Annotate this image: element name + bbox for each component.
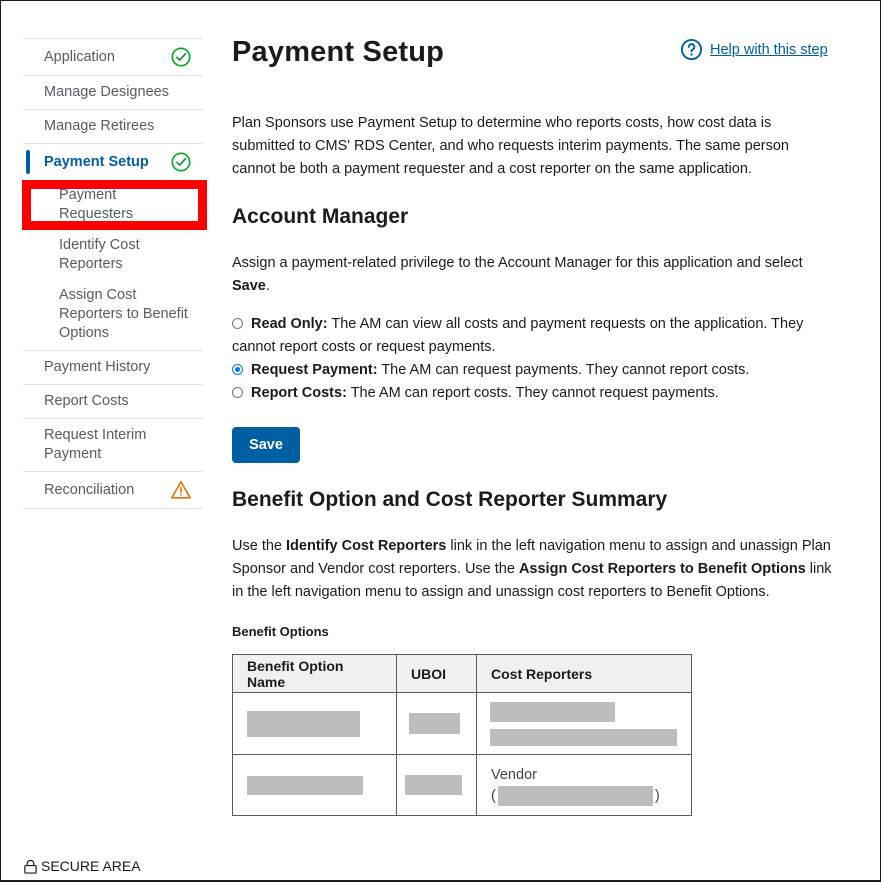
account-manager-heading: Account Manager [232, 205, 409, 228]
uboi-cell [396, 754, 477, 816]
sidebar-item-payment-history[interactable]: Payment History [23, 350, 203, 384]
radio-label: Read Only: [251, 316, 328, 332]
sidebar-item-label: Reconciliation [44, 481, 135, 498]
sidebar-item-manage-designees[interactable]: Manage Designees [23, 75, 203, 109]
reporter-name-line: ( ) [491, 785, 677, 806]
help-link[interactable]: Help with this step [680, 38, 828, 61]
benefit-option-name-cell [232, 692, 397, 755]
radio-button-checked[interactable] [232, 364, 243, 375]
radio-label: Request Payment: [251, 362, 378, 378]
redacted-value [497, 785, 653, 806]
sidebar-subitem-payment-requesters[interactable]: Payment Requesters [22, 180, 207, 230]
radio-button-unchecked[interactable] [232, 387, 243, 398]
radio-description: The AM can report costs. They cannot req… [350, 385, 719, 401]
sidebar-item-reconciliation[interactable]: Reconciliation [23, 471, 203, 509]
summary-bold-assign: Assign Cost Reporters to Benefit Options [518, 561, 806, 577]
column-header: Benefit Option Name [232, 654, 397, 693]
sidebar-nav: Application Manage Designees Manage Reti… [22, 38, 207, 509]
instruction-text: Assign a payment-related privilege to th… [232, 255, 803, 271]
redacted-value [247, 710, 360, 737]
redacted-value [405, 775, 462, 795]
page-title: Payment Setup [232, 36, 445, 68]
table-row [232, 692, 692, 755]
table-header-row: Benefit Option Name UBOI Cost Reporters [232, 654, 692, 693]
column-header: Cost Reporters [476, 654, 692, 693]
sidebar-item-label: Application [44, 48, 115, 65]
sidebar-subitem-label: Payment Requesters [59, 187, 134, 222]
radio-read-only[interactable]: Read Only: The AM can view all costs and… [232, 313, 832, 359]
sidebar-subitem-identify-cost-reporters[interactable]: Identify Cost Reporters [23, 230, 203, 280]
radio-description: The AM can request payments. They cannot… [381, 362, 750, 378]
instruction-end: . [265, 278, 270, 294]
secure-area-indicator: SECURE AREA [23, 858, 141, 874]
benefit-option-name-cell [232, 754, 397, 816]
redacted-value [409, 713, 460, 734]
sidebar-item-label: Payment History [44, 359, 151, 375]
help-link-label: Help with this step [710, 41, 828, 58]
sidebar-item-report-costs[interactable]: Report Costs [23, 384, 203, 418]
redacted-value [490, 728, 677, 746]
redacted-value [490, 701, 615, 722]
intro-text: Plan Sponsors use Payment Setup to deter… [232, 115, 789, 177]
check-circle-icon [171, 47, 191, 67]
sidebar-item-label: Manage Designees [44, 84, 169, 100]
table-row: Vendor ( ) [232, 754, 692, 816]
column-header: UBOI [396, 654, 477, 693]
save-button[interactable]: Save [232, 427, 300, 463]
warning-icon [171, 480, 191, 499]
instruction-bold: Save [232, 278, 266, 294]
radio-label: Report Costs: [251, 385, 347, 401]
account-manager-instruction: Assign a payment-related privilege to th… [232, 252, 832, 298]
radio-button-unchecked[interactable] [232, 318, 243, 329]
sidebar-item-manage-retirees[interactable]: Manage Retirees [23, 109, 203, 143]
summary-bold-identify: Identify Cost Reporters [286, 538, 447, 554]
sidebar-item-request-interim-payment[interactable]: Request Interim Payment [23, 418, 203, 471]
check-circle-icon [171, 152, 191, 172]
summary-heading: Benefit Option and Cost Reporter Summary [232, 488, 668, 511]
sidebar-subitem-label: Assign Cost Reporters to Benefit Options [59, 287, 188, 341]
radio-request-payment[interactable]: Request Payment: The AM can request paym… [232, 359, 832, 382]
summary-text-part: Use the [232, 538, 282, 554]
open-paren: ( [491, 787, 496, 804]
uboi-cell [396, 692, 477, 755]
help-circle-icon [680, 38, 703, 61]
lock-icon [24, 859, 37, 874]
sidebar-subitem-label: Identify Cost Reporters [59, 237, 140, 272]
reporter-type: Vendor [491, 766, 537, 783]
sidebar-item-label: Manage Retirees [44, 118, 155, 134]
secure-area-label: SECURE AREA [41, 858, 141, 874]
cost-reporters-cell: Vendor ( ) [476, 754, 692, 816]
summary-text: Use the Identify Cost Reporters link in … [232, 535, 832, 604]
sidebar-item-label: Payment Setup [44, 153, 149, 170]
sidebar-subitem-assign-cost-reporters[interactable]: Assign Cost Reporters to Benefit Options [23, 280, 203, 350]
sidebar-item-label: Report Costs [44, 393, 129, 409]
cost-reporters-cell [476, 692, 692, 755]
sidebar-item-label: Request Interim Payment [44, 427, 147, 462]
sidebar-item-payment-setup[interactable]: Payment Setup [23, 143, 203, 180]
redacted-value [247, 775, 363, 795]
benefit-options-table: Benefit Option Name UBOI Cost Reporters … [232, 654, 692, 816]
sidebar-item-application[interactable]: Application [23, 38, 203, 75]
privilege-radio-group: Read Only: The AM can view all costs and… [232, 313, 832, 405]
radio-report-costs[interactable]: Report Costs: The AM can report costs. T… [232, 382, 832, 405]
close-paren: ) [654, 787, 660, 804]
benefit-options-label: Benefit Options [232, 624, 329, 639]
